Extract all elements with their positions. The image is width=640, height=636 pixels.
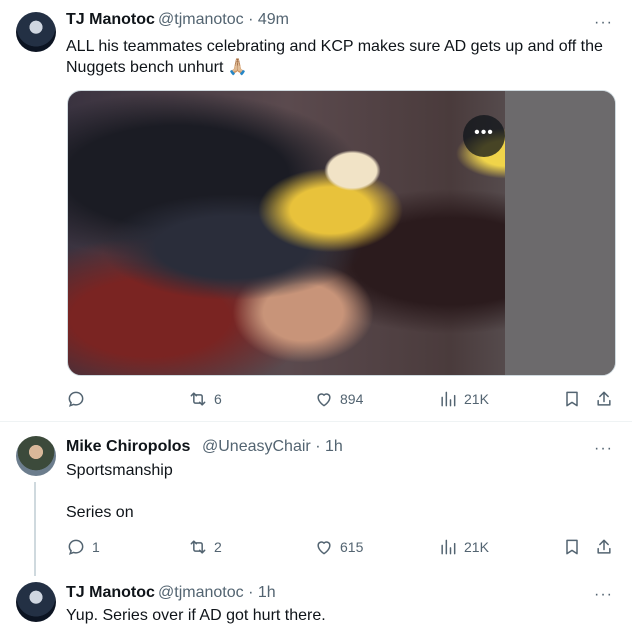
author-name[interactable]: Mike Chiropolos [66, 438, 190, 456]
author-name[interactable]: TJ Manotoc [66, 584, 155, 602]
retweet-button[interactable]: 6 [188, 389, 222, 409]
avatar[interactable] [16, 12, 56, 52]
like-icon [317, 541, 331, 555]
more-icon[interactable]: ··· [594, 587, 613, 603]
avatar[interactable] [16, 582, 56, 622]
bookmark-button[interactable] [562, 537, 582, 557]
timestamp[interactable]: 1h [258, 584, 276, 601]
tweet-video[interactable]: ••• [67, 90, 616, 376]
tweet-1[interactable]: TJ Manotoc @tjmanotoc · 49m ··· ALL his … [0, 0, 632, 420]
tweet-text: ALL his teammates celebrating and KCP ma… [66, 38, 603, 76]
views-icon [441, 539, 456, 555]
more-icon[interactable]: ··· [594, 15, 613, 31]
like-count: 615 [340, 539, 364, 555]
bookmark-icon [566, 539, 578, 555]
tweet-2[interactable]: Mike Chiropolos @UneasyChair · 1h ··· Sp… [0, 422, 632, 576]
share-button[interactable] [594, 537, 614, 557]
tweet-3[interactable]: TJ Manotoc @tjmanotoc · 1h ··· Yup. Seri… [0, 572, 632, 636]
media-more-icon[interactable]: ••• [463, 115, 505, 157]
author-handle[interactable]: @tjmanotoc · 49m [158, 11, 289, 29]
share-icon [597, 539, 611, 554]
reply-count: 1 [92, 539, 100, 555]
retweet-count: 2 [214, 539, 222, 555]
reply-button[interactable] [66, 389, 92, 409]
timestamp[interactable]: 49m [258, 11, 289, 28]
author-handle[interactable]: @tjmanotoc · 1h [158, 584, 276, 602]
avatar[interactable] [16, 436, 56, 476]
views-button[interactable]: 21K [438, 537, 489, 557]
views-count: 21K [464, 391, 489, 407]
retweet-button[interactable]: 2 [188, 537, 222, 557]
like-icon [317, 393, 331, 407]
video-side-panel [505, 91, 615, 375]
like-button[interactable]: 615 [314, 537, 363, 557]
reply-icon [68, 539, 84, 555]
like-button[interactable]: 894 [314, 389, 363, 409]
tweet-text: Yup. Series over if AD got hurt there. [66, 607, 326, 624]
author-name[interactable]: TJ Manotoc [66, 11, 155, 29]
tweet-text-line-1: Sportsmanship [66, 462, 173, 479]
tweet-text-line-2: Series on [66, 504, 134, 521]
like-count: 894 [340, 391, 364, 407]
more-icon[interactable]: ··· [594, 441, 613, 457]
retweet-icon [190, 540, 206, 554]
share-button[interactable] [594, 389, 614, 409]
share-icon [597, 391, 611, 406]
views-count: 21K [464, 539, 489, 555]
reply-button[interactable]: 1 [66, 537, 100, 557]
views-button[interactable]: 21K [438, 389, 489, 409]
reply-icon [68, 391, 84, 407]
bookmark-icon [566, 391, 578, 407]
author-handle[interactable]: @UneasyChair · 1h [202, 438, 343, 456]
timestamp[interactable]: 1h [325, 438, 343, 455]
views-icon [441, 391, 456, 407]
thread-line [34, 482, 36, 576]
retweet-icon [190, 392, 206, 406]
retweet-count: 6 [214, 391, 222, 407]
bookmark-button[interactable] [562, 389, 582, 409]
